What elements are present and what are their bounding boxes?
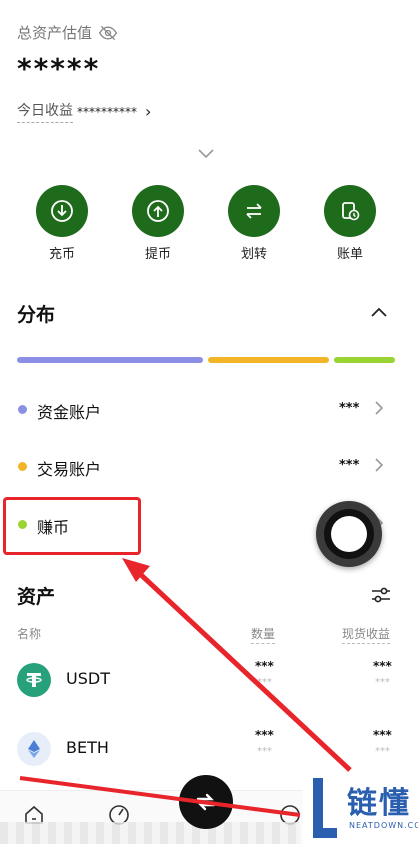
filter-sliders-icon[interactable] — [370, 584, 392, 606]
blurred-nav-labels — [0, 822, 300, 844]
chevron-down-icon[interactable] — [196, 146, 216, 162]
bill-icon — [324, 185, 376, 237]
withdraw-icon — [132, 185, 184, 237]
column-header-earnings[interactable]: 现货收益 — [342, 625, 391, 644]
deposit-button[interactable]: 充币 — [34, 185, 90, 262]
deposit-icon — [36, 185, 88, 237]
account-dot — [18, 405, 27, 414]
highlight-box — [3, 497, 141, 555]
today-earnings-row[interactable]: 今日收益 ********** › — [17, 100, 151, 123]
transfer-button[interactable]: 划转 — [226, 185, 282, 262]
watermark-l-icon — [313, 778, 337, 838]
asset-quantity-sub: *** — [257, 677, 272, 688]
transfer-label: 划转 — [240, 247, 267, 262]
red-arrow-head — [122, 558, 150, 582]
chevron-up-icon[interactable] — [370, 305, 388, 319]
asset-quantity: *** — [255, 659, 274, 673]
watermark-text-cn: 链懂 — [347, 786, 411, 821]
asset-symbol: USDT — [66, 669, 110, 688]
account-row-trading[interactable]: 交易账户 *** — [0, 447, 418, 487]
assets-title: 资产 — [17, 586, 56, 608]
chevron-right-icon — [375, 401, 384, 415]
account-value: *** — [339, 458, 360, 473]
usdt-logo-icon — [17, 663, 51, 697]
chevron-right-icon — [375, 458, 384, 472]
account-value: *** — [339, 401, 360, 416]
deposit-label: 充币 — [48, 247, 75, 262]
bill-button[interactable]: 账单 — [322, 185, 378, 262]
beth-logo-icon — [17, 732, 51, 766]
watermark-text-en: NEATDOWN.COM — [349, 821, 418, 830]
swap-arrows-icon — [196, 793, 216, 811]
account-row-funding[interactable]: 资金账户 *** — [0, 390, 418, 430]
asset-earnings-sub: *** — [375, 677, 390, 688]
account-name: 交易账户 — [37, 460, 102, 479]
total-assets-label-row: 总资产估值 — [17, 22, 118, 43]
asset-earnings: *** — [373, 659, 392, 673]
bill-label: 账单 — [336, 247, 363, 262]
distribution-bar-trading — [208, 357, 329, 363]
eye-hidden-icon[interactable] — [98, 23, 118, 43]
distribution-title: 分布 — [17, 304, 56, 326]
total-assets-value: ***** — [17, 52, 101, 85]
asset-earnings: *** — [373, 728, 392, 742]
withdraw-label: 提币 — [144, 247, 171, 262]
trade-center-button[interactable] — [179, 775, 233, 829]
transfer-icon — [228, 185, 280, 237]
account-dot — [18, 462, 27, 471]
withdraw-button[interactable]: 提币 — [130, 185, 186, 262]
asset-quantity: *** — [255, 728, 274, 742]
asset-quantity-sub: *** — [257, 746, 272, 757]
today-earnings-value: ********** — [77, 104, 137, 119]
column-header-quantity[interactable]: 数量 — [251, 625, 276, 644]
total-assets-label: 总资产估值 — [17, 24, 93, 42]
today-earnings-label: 今日收益 — [17, 100, 73, 123]
watermark-logo: 链懂 NEATDOWN.COM — [303, 772, 418, 844]
record-ring — [324, 509, 374, 559]
distribution-bar-earn — [334, 357, 395, 363]
chevron-right-icon: › — [145, 102, 152, 121]
asset-row-usdt[interactable]: USDT *** *** *** *** — [0, 653, 418, 709]
asset-row-beth[interactable]: BETH *** *** *** *** — [0, 722, 418, 778]
floating-record-button[interactable] — [316, 501, 382, 567]
record-icon — [331, 516, 367, 552]
distribution-bar-funding — [17, 357, 203, 363]
asset-earnings-sub: *** — [375, 746, 390, 757]
account-name: 资金账户 — [37, 403, 102, 422]
column-header-name: 名称 — [17, 627, 42, 641]
asset-symbol: BETH — [66, 738, 109, 757]
action-buttons: 充币 提币 划转 账单 — [0, 185, 418, 265]
